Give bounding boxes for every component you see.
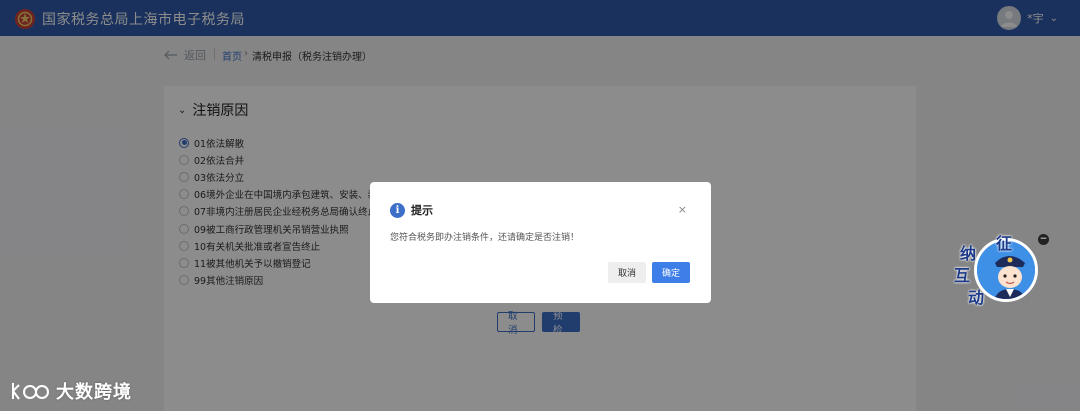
dialog-title: 提示: [411, 204, 433, 217]
assistant-char-hu: 互: [954, 266, 971, 285]
dialog-cancel-button[interactable]: 取消: [608, 262, 646, 283]
confirm-dialog: i 提示 × 您符合税务即办注销条件，还请确定是否注销！ 取消 确定: [370, 182, 711, 303]
dialog-message: 您符合税务即办注销条件，还请确定是否注销！: [390, 233, 580, 243]
close-icon[interactable]: ×: [678, 203, 687, 216]
info-icon: i: [390, 202, 405, 218]
dialog-button-row: 取消 确定: [608, 262, 690, 283]
assistant-close-icon[interactable]: −: [1038, 234, 1049, 245]
dialog-confirm-button[interactable]: 确定: [652, 262, 690, 283]
watermark-text: 大数跨境: [56, 382, 132, 403]
assistant-char-na: 纳: [960, 244, 977, 263]
assistant-char-zheng: 征: [996, 234, 1013, 253]
assistant-char-dong: 动: [968, 288, 985, 307]
watermark: 大数跨境: [10, 378, 132, 404]
assistant-widget[interactable]: 征 纳 互 动: [954, 232, 1042, 310]
watermark-logo-icon: [12, 383, 49, 400]
dialog-header: i 提示: [390, 202, 433, 218]
